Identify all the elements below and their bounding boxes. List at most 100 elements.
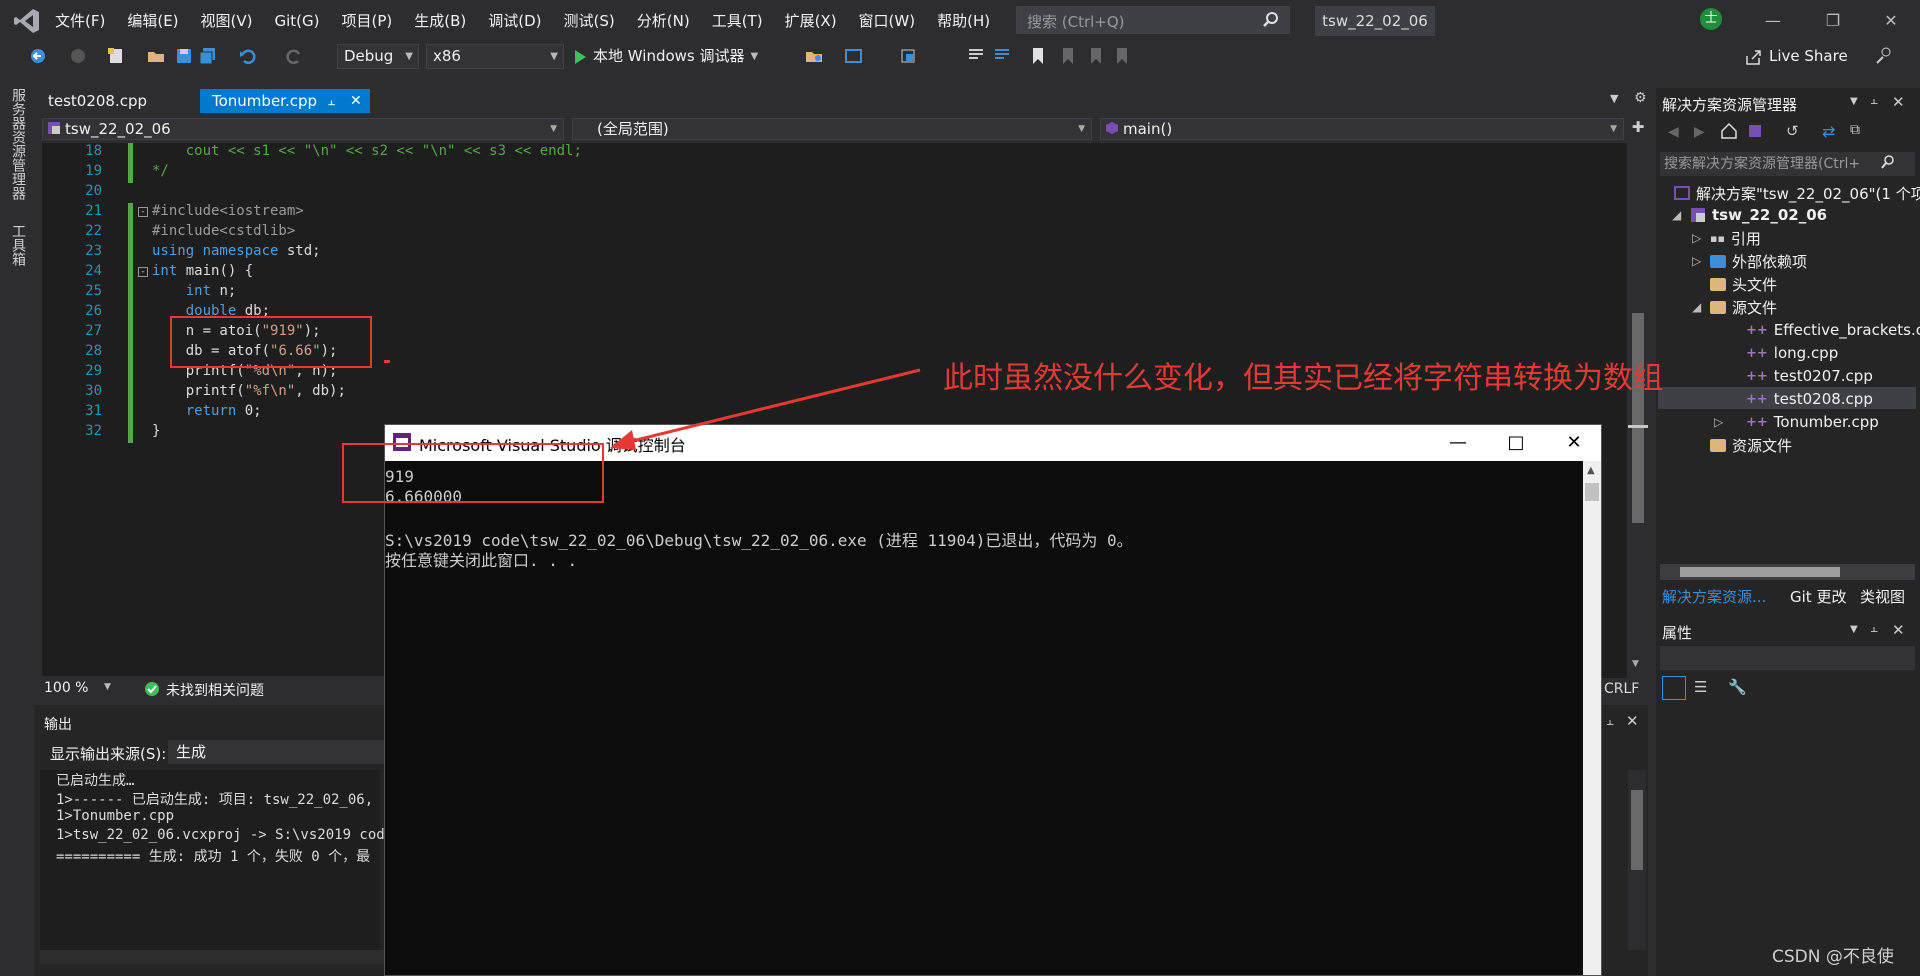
pin-icon[interactable]: ⫠ <box>1870 93 1878 108</box>
caret-down-icon[interactable]: ◢ <box>1672 208 1684 222</box>
scrollbar-thumb[interactable] <box>1631 790 1643 870</box>
home-icon[interactable] <box>1720 122 1738 140</box>
uncomment-icon[interactable] <box>992 46 1012 66</box>
output-text-area[interactable]: 已启动生成… 1>------ 已启动生成: 项目: tsw_22_02_06,… <box>40 770 402 950</box>
tab-test0208[interactable]: test0208.cpp <box>36 89 196 113</box>
feedback-icon[interactable] <box>1874 46 1894 66</box>
open-folder-icon[interactable] <box>804 46 824 66</box>
close-icon[interactable]: ✕ <box>1551 429 1597 457</box>
server-explorer-tab[interactable]: 服务器资源管理器 <box>8 88 28 200</box>
tree-headers-node[interactable]: 头文件 <box>1710 273 1777 295</box>
undo-icon[interactable] <box>238 46 258 66</box>
tab-git-changes[interactable]: Git 更改 <box>1790 586 1846 607</box>
scroll-down-icon[interactable]: ▼ <box>1632 659 1639 669</box>
output-source-select[interactable]: 生成 <box>168 740 388 764</box>
editor-scrollbar[interactable]: ▼ <box>1628 143 1648 678</box>
pin-icon[interactable]: ⫠ <box>1606 714 1614 729</box>
pin-icon[interactable]: ⫠ <box>1870 621 1878 636</box>
minimize-icon[interactable]: — <box>1435 429 1481 457</box>
save-all-icon[interactable] <box>198 46 218 66</box>
tree-file-item[interactable]: ++ Effective_brackets.c <box>1746 319 1920 341</box>
scope-combo[interactable]: (全局范围) ▼ <box>572 118 1092 140</box>
next-bookmark-icon[interactable] <box>1086 46 1106 66</box>
open-file-icon[interactable] <box>146 46 166 66</box>
debug-console-window[interactable]: Microsoft Visual Studio 调试控制台 — □ ✕ 919 … <box>384 424 1602 976</box>
chevron-down-icon[interactable]: ▼ <box>1850 624 1858 635</box>
toolbox-tab[interactable]: 工具箱 <box>8 224 28 266</box>
close-icon[interactable]: ✕ <box>1626 712 1639 730</box>
tab-tonumber[interactable]: Tonumber.cpp ⫠ ✕ <box>200 89 370 113</box>
tree-resources-node[interactable]: 资源文件 <box>1710 434 1792 456</box>
chevron-down-icon[interactable]: ▼ <box>104 682 111 692</box>
clear-bookmarks-icon[interactable] <box>1112 46 1132 66</box>
switch-views-icon[interactable] <box>1746 122 1764 140</box>
restore-icon[interactable]: ❐ <box>1810 6 1856 36</box>
property-pages-icon[interactable]: ☰ <box>1694 678 1707 696</box>
save-icon[interactable] <box>174 46 194 66</box>
wrench-icon[interactable]: 🔧 <box>1728 678 1747 696</box>
tree-file-item[interactable]: ++ long.cpp <box>1746 342 1838 364</box>
caret-right-icon[interactable]: ▷ <box>1692 254 1704 268</box>
tree-file-item[interactable]: ++ test0208.cpp <box>1746 388 1873 410</box>
chevron-down-icon[interactable]: ▼ <box>1610 92 1618 105</box>
comment-icon[interactable] <box>966 46 986 66</box>
user-avatar[interactable]: 士 <box>1700 8 1722 30</box>
caret-right-icon[interactable]: ▷ <box>1714 415 1726 429</box>
forward-icon[interactable] <box>68 46 88 66</box>
tree-sources-node[interactable]: ◢ 源文件 <box>1692 296 1777 318</box>
redo-icon[interactable] <box>284 46 304 66</box>
tree-file-item[interactable]: ++ test0207.cpp <box>1746 365 1873 387</box>
scrollbar-thumb[interactable] <box>1632 313 1644 523</box>
screenshot-icon[interactable] <box>844 46 864 66</box>
issues-status[interactable]: 未找到相关问题 <box>166 680 264 700</box>
scrollbar-thumb[interactable] <box>1585 483 1599 501</box>
tree-references-node[interactable]: ▷ ▪▪ 引用 <box>1692 227 1761 249</box>
tab-solution-explorer[interactable]: 解决方案资源... <box>1662 586 1766 607</box>
close-icon[interactable]: ✕ <box>1892 93 1905 111</box>
caret-down-icon[interactable]: ◢ <box>1692 300 1704 314</box>
solution-platform-select[interactable]: x86 ▼ <box>426 44 564 69</box>
close-icon[interactable]: ✕ <box>1868 6 1914 36</box>
close-icon[interactable]: ✕ <box>1892 621 1905 639</box>
step-icon[interactable] <box>898 46 918 66</box>
back-icon[interactable]: ◀ <box>1668 124 1679 140</box>
solution-search-input[interactable]: 搜索解决方案资源管理器(Ctrl+ <box>1660 152 1915 176</box>
collapse-all-icon[interactable]: ⧉ <box>1850 122 1860 138</box>
tab-class-view[interactable]: 类视图 <box>1860 586 1905 607</box>
menu-project[interactable]: 项目(P) <box>331 0 404 42</box>
categorized-icon[interactable] <box>1662 676 1686 700</box>
menu-edit[interactable]: 编辑(E) <box>116 0 189 42</box>
menu-analyze[interactable]: 分析(N) <box>626 0 701 42</box>
minimize-icon[interactable]: — <box>1750 6 1796 36</box>
output-scrollbar[interactable] <box>1628 770 1646 950</box>
collapse-icon[interactable]: - <box>138 207 148 217</box>
console-scrollbar[interactable]: ▲ <box>1583 461 1601 975</box>
tree-file-item[interactable]: ▷ ++ Tonumber.cpp <box>1714 411 1879 433</box>
search-icon[interactable] <box>1880 154 1896 170</box>
menu-tools[interactable]: 工具(T) <box>701 0 774 42</box>
bookmark-icon[interactable] <box>1028 46 1048 66</box>
refresh-icon[interactable]: ⇄ <box>1822 122 1835 141</box>
member-combo[interactable]: main() ▼ <box>1100 118 1624 140</box>
menu-test[interactable]: 测试(S) <box>553 0 626 42</box>
close-icon[interactable]: ✕ <box>350 89 362 113</box>
menu-window[interactable]: 窗口(W) <box>848 0 927 42</box>
collapse-icon[interactable]: - <box>138 267 148 277</box>
caret-right-icon[interactable]: ▷ <box>1692 231 1704 245</box>
scroll-up-icon[interactable]: ▲ <box>1587 465 1595 476</box>
history-icon[interactable]: ↺ <box>1786 122 1799 140</box>
menu-debug[interactable]: 调试(D) <box>477 0 552 42</box>
tree-solution-node[interactable]: 解决方案"tsw_22_02_06"(1 个项 <box>1674 182 1920 204</box>
live-share-button[interactable]: Live Share <box>1745 44 1848 69</box>
maximize-icon[interactable]: □ <box>1493 429 1539 457</box>
properties-object-select[interactable] <box>1660 646 1915 670</box>
gear-icon[interactable]: ⚙ <box>1634 90 1647 106</box>
project-combo[interactable]: tsw_22_02_06 ▼ <box>42 118 564 140</box>
tree-external-deps-node[interactable]: ▷ 外部依赖项 <box>1692 250 1807 272</box>
forward-icon[interactable]: ▶ <box>1694 124 1705 140</box>
search-input[interactable]: 搜索 (Ctrl+Q) <box>1016 6 1290 34</box>
new-project-icon[interactable] <box>106 46 126 66</box>
back-icon[interactable] <box>28 46 48 66</box>
split-editor-icon[interactable]: ✚ <box>1628 118 1648 136</box>
menu-extensions[interactable]: 扩展(X) <box>774 0 848 42</box>
